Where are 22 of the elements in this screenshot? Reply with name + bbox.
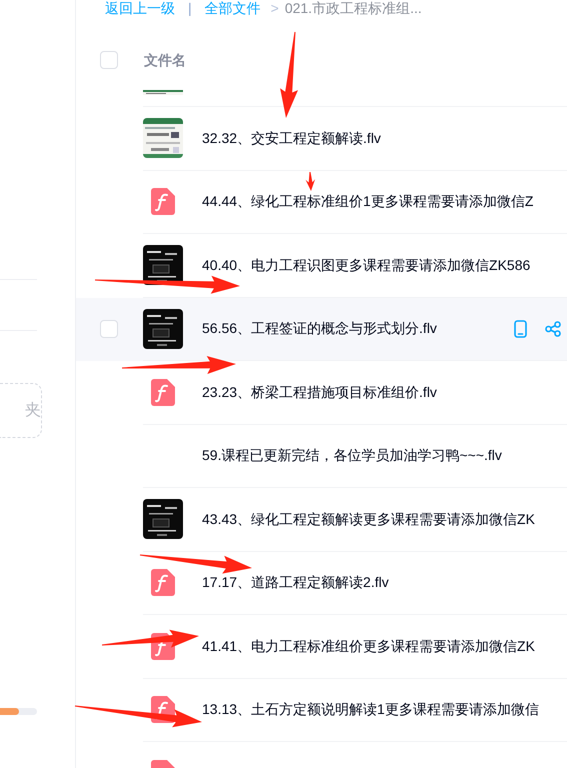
file-name[interactable]: 59.课程已更新完结，各位学员加油学习鸭~~~.flv: [202, 445, 502, 466]
file-name[interactable]: 41.41、电力工程标准组价更多课程需要请添加微信ZK: [202, 636, 535, 657]
file-name[interactable]: 43.43、绿化工程定额解读更多课程需要请添加微信ZK: [202, 508, 535, 530]
flash-file-icon: [151, 378, 175, 406]
breadcrumb-current: 021.市政工程标准组...: [284, 1, 422, 16]
file-name[interactable]: 32.32、交安工程定额解读.flv: [202, 128, 381, 149]
flash-file-icon: [151, 569, 175, 596]
flash-file-icon: [151, 188, 175, 216]
share-icon[interactable]: [545, 320, 561, 337]
annotation-arrow: [306, 172, 316, 191]
file-name[interactable]: 13.13、土石方定额说明解读1更多课程需要请添加微信: [202, 699, 539, 720]
flash-file-icon: [151, 760, 175, 768]
file-name[interactable]: 56.56、工程签证的概念与形式划分.flv: [202, 318, 437, 340]
select-all-checkbox[interactable]: [100, 51, 118, 69]
file-name[interactable]: 40.40、电力工程识图更多课程需要请添加微信ZK586: [202, 254, 530, 276]
phone-icon[interactable]: [514, 320, 527, 338]
file-name[interactable]: 17.17、道路工程定额解读2.flv: [202, 572, 389, 594]
row-checkbox[interactable]: [100, 320, 118, 338]
breadcrumb-separator: |: [188, 1, 192, 16]
breadcrumb-arrow: >: [270, 1, 279, 16]
file-name[interactable]: 44.44、绿化工程标准组价1更多课程需要请添加微信Z: [202, 191, 534, 212]
file-name[interactable]: 23.23、桥梁工程措施项目标准组价.flv: [202, 382, 437, 403]
